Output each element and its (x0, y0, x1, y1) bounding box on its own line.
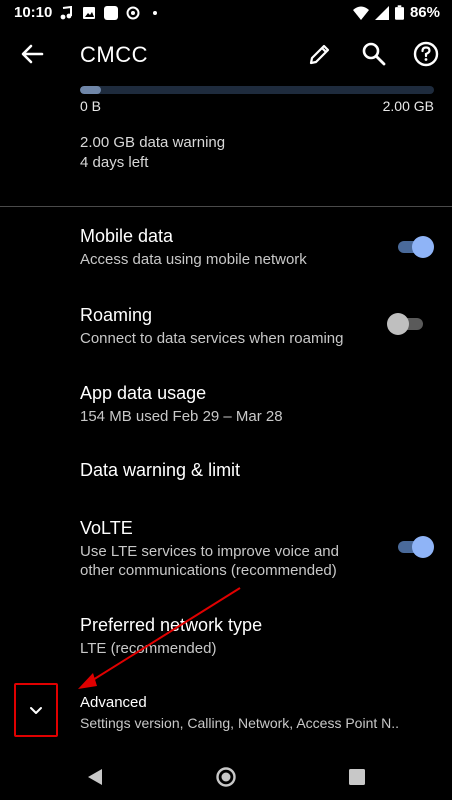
chevron-down-icon (30, 707, 42, 714)
navigation-bar (0, 752, 452, 800)
nav-back-icon[interactable] (84, 766, 106, 788)
nav-home-icon[interactable] (215, 766, 237, 788)
setting-subtitle: Settings version, Calling, Network, Acce… (80, 715, 400, 731)
setting-advanced[interactable]: Advanced Settings version, Calling, Netw… (80, 694, 440, 733)
setting-title: Advanced (80, 694, 147, 711)
advanced-expand-button[interactable] (14, 683, 58, 737)
nav-recents-icon[interactable] (346, 766, 368, 788)
annotation-arrow (78, 587, 241, 689)
